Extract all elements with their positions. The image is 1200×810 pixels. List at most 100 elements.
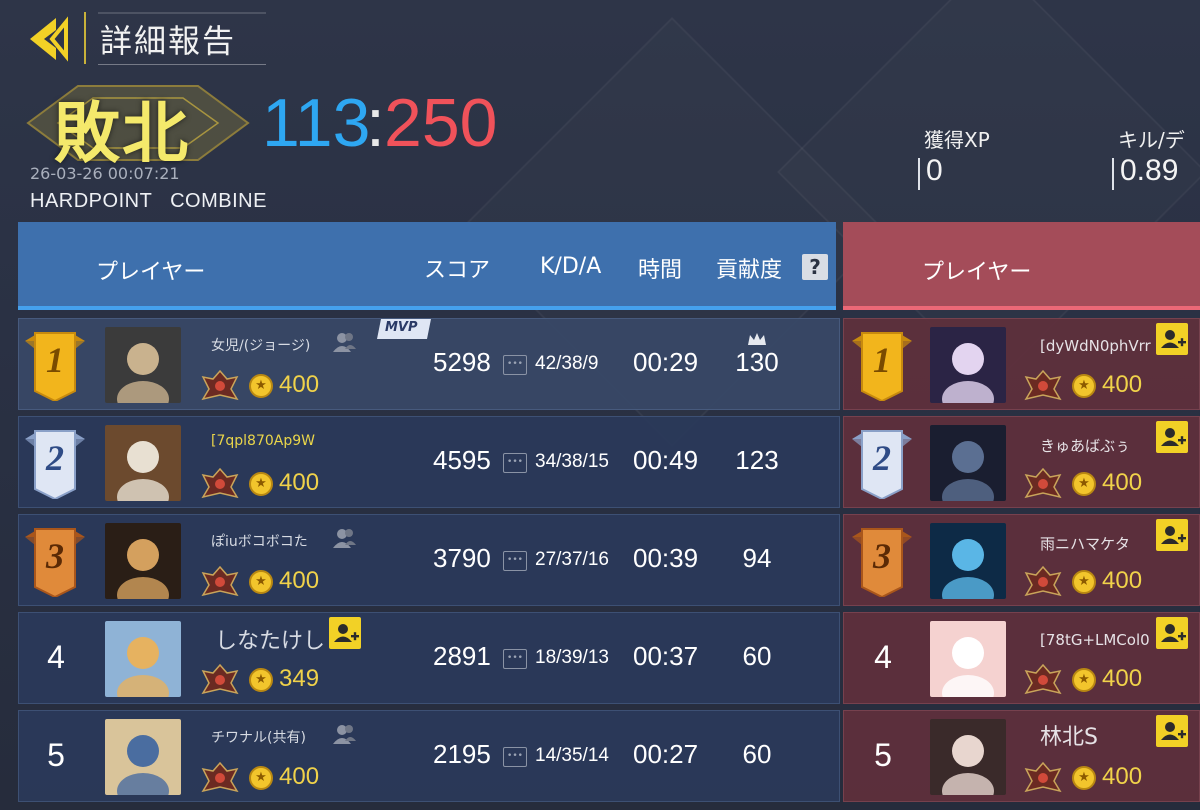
rank-emblem-icon xyxy=(1024,369,1062,405)
player-avatar[interactable] xyxy=(930,425,1006,501)
friend-icon[interactable] xyxy=(331,329,357,355)
blue-team-row[interactable]: 4 しなたけし ★ 349 2891 ••• 18/39/13 00:37 60 xyxy=(18,612,840,704)
player-kda: 42/38/9 xyxy=(535,353,599,374)
player-name: 雨ニハマケタ xyxy=(1040,535,1131,553)
column-contribution: 貢献度 xyxy=(716,258,783,283)
player-avatar[interactable] xyxy=(105,719,181,795)
player-name: チワナル(共有) xyxy=(211,730,306,746)
rank-number: 3 xyxy=(46,536,64,576)
match-result: 敗北 xyxy=(54,95,190,172)
rank-number: 3 xyxy=(873,536,891,576)
stat-divider xyxy=(918,158,920,190)
player-score: 4595 xyxy=(433,445,491,475)
red-team-score: 250 xyxy=(384,85,498,161)
player-kda: 34/38/15 xyxy=(535,451,609,472)
red-team-row[interactable]: 1 [dyWdN0phVrr ★ 400 xyxy=(843,318,1200,410)
player-name: 林北S xyxy=(1040,725,1098,750)
rank-number: 2 xyxy=(873,438,891,478)
column-kda: K/D/A xyxy=(540,254,602,279)
player-avatar[interactable] xyxy=(105,621,181,697)
player-avatar[interactable] xyxy=(105,425,181,501)
column-player: プレイヤー xyxy=(96,260,206,285)
blue-team-row[interactable]: 1 女児/(ジョージ) ★ 400 MVP 5298 ••• 42/38/9 00:29 1… xyxy=(18,318,840,410)
add-friend-icon[interactable] xyxy=(1156,617,1188,649)
column-score: スコア xyxy=(424,258,491,283)
stat-label: キル/デ xyxy=(1118,128,1185,152)
add-friend-icon[interactable] xyxy=(1156,323,1188,355)
player-points: 400 xyxy=(1102,763,1143,790)
rank-emblem-icon xyxy=(1024,467,1062,503)
player-contribution: 123 xyxy=(735,445,779,475)
player-name: きゅあばぶぅ xyxy=(1040,437,1131,455)
stat-label: 獲得XP xyxy=(924,128,990,152)
blue-team-header-accent xyxy=(18,306,836,310)
player-points: 400 xyxy=(279,763,320,790)
rank-number: 5 xyxy=(874,737,892,773)
blue-team-row[interactable]: 3 ぽiuボコボコた ★ 400 3790 ••• 27/37/16 00:39 94 xyxy=(18,514,840,606)
red-team-row[interactable]: 4 [78tG+LMCol0 ★ 400 xyxy=(843,612,1200,704)
coin-icon: ★ xyxy=(249,766,273,790)
kda-detail-icon[interactable]: ••• xyxy=(503,747,527,767)
add-friend-icon[interactable] xyxy=(1156,519,1188,551)
kda-detail-icon[interactable]: ••• xyxy=(503,453,527,473)
rank-number: 5 xyxy=(47,737,65,773)
player-points: 400 xyxy=(279,567,320,594)
player-points: 400 xyxy=(279,469,320,496)
player-contribution: 60 xyxy=(742,739,772,769)
player-points: 400 xyxy=(279,371,320,398)
add-friend-icon[interactable] xyxy=(329,617,361,649)
red-team-header-accent xyxy=(843,306,1200,310)
rank-number: 1 xyxy=(873,340,891,380)
player-kda: 27/37/16 xyxy=(535,549,609,570)
red-team-row[interactable]: 3 雨ニハマケタ ★ 400 xyxy=(843,514,1200,606)
player-avatar[interactable] xyxy=(930,719,1006,795)
player-avatar[interactable] xyxy=(930,523,1006,599)
blue-team-row[interactable]: 2 [7qpl870Ap9W ★ 400 4595 ••• 34/38/15 00:49 1… xyxy=(18,416,840,508)
rank-emblem-icon xyxy=(1024,663,1062,699)
kda-detail-icon[interactable]: ••• xyxy=(503,551,527,571)
coin-icon: ★ xyxy=(249,374,273,398)
kda-detail-icon[interactable]: ••• xyxy=(503,649,527,669)
player-time: 00:27 xyxy=(633,739,699,769)
stat-value: 0.89 xyxy=(1120,154,1179,187)
player-avatar[interactable] xyxy=(105,523,181,599)
back-arrow-icon[interactable] xyxy=(22,14,78,64)
column-enemy-player: プレイヤー xyxy=(922,260,1032,285)
coin-icon: ★ xyxy=(1072,570,1096,594)
blue-team-score: 113 xyxy=(262,85,371,161)
player-time: 00:29 xyxy=(633,347,699,377)
help-icon[interactable]: ? xyxy=(802,254,828,280)
title-underline xyxy=(98,64,266,65)
stat-divider xyxy=(1112,158,1114,190)
rank-number: 4 xyxy=(874,639,892,675)
red-team-row[interactable]: 2 きゅあばぶぅ ★ 400 xyxy=(843,416,1200,508)
title-frame xyxy=(98,12,266,14)
player-points: 400 xyxy=(1102,665,1143,692)
coin-icon: ★ xyxy=(249,668,273,692)
rank-number: 4 xyxy=(47,639,65,675)
friend-icon[interactable] xyxy=(331,525,357,551)
kda-detail-icon[interactable]: ••• xyxy=(503,355,527,375)
score-separator: : xyxy=(366,85,385,161)
player-points: 400 xyxy=(1102,567,1143,594)
player-name: ぽiuボコボコた xyxy=(211,534,308,550)
blue-team-row[interactable]: 5 チワナル(共有) ★ 400 2195 ••• 14/35/14 00:27 60 xyxy=(18,710,840,802)
player-avatar[interactable] xyxy=(105,327,181,403)
player-points: 400 xyxy=(1102,371,1143,398)
stat-value: 0 xyxy=(926,154,943,187)
friend-icon[interactable] xyxy=(331,721,357,747)
player-contribution: 94 xyxy=(742,543,772,573)
player-score: 3790 xyxy=(433,543,491,573)
stat-kd: キル/デ 0.89 xyxy=(1112,124,1185,190)
player-time: 00:37 xyxy=(633,641,699,671)
red-team-row[interactable]: 5 林北S ★ 400 xyxy=(843,710,1200,802)
player-score: 2195 xyxy=(433,739,491,769)
player-avatar[interactable] xyxy=(930,621,1006,697)
player-avatar[interactable] xyxy=(930,327,1006,403)
stat-xp: 獲得XP 0 xyxy=(918,124,990,190)
rank-number: 2 xyxy=(46,438,64,478)
add-friend-icon[interactable] xyxy=(1156,421,1188,453)
rank-emblem-icon xyxy=(1024,761,1062,797)
coin-icon: ★ xyxy=(249,570,273,594)
add-friend-icon[interactable] xyxy=(1156,715,1188,747)
